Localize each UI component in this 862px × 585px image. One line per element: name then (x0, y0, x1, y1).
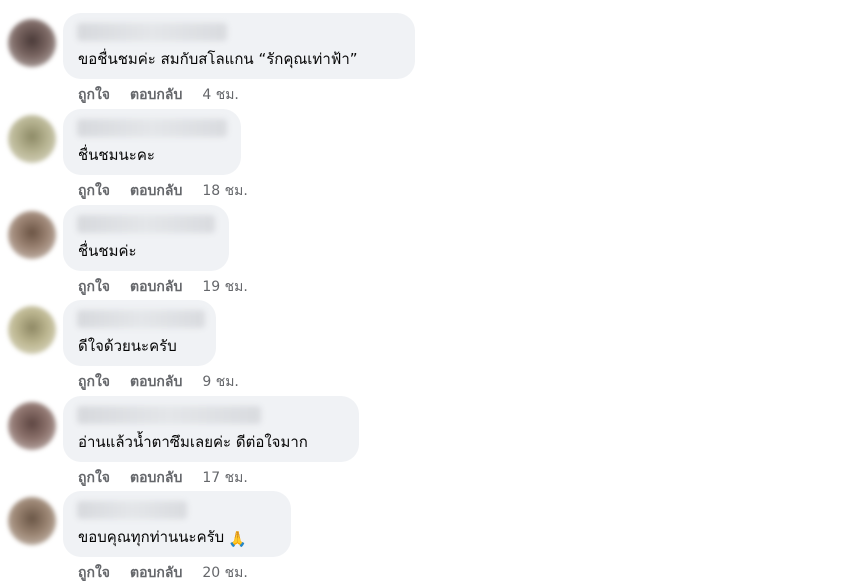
folded-hands-icon: 🙏 (228, 530, 247, 548)
comment-timestamp[interactable]: 20 ชม. (202, 565, 247, 581)
comment-actions: ถูกใจ ตอบกลับ 9 ชม. (78, 372, 239, 392)
comment-timestamp[interactable]: 19 ชม. (202, 279, 247, 295)
like-button[interactable]: ถูกใจ (78, 279, 110, 295)
commenter-name-blurred[interactable] (77, 215, 215, 233)
comment-timestamp[interactable]: 4 ชม. (202, 87, 239, 103)
like-button[interactable]: ถูกใจ (78, 183, 110, 199)
commenter-name-blurred[interactable] (77, 406, 261, 424)
comment-actions: ถูกใจ ตอบกลับ 20 ชม. (78, 563, 248, 583)
comment-item: ชื่นชมค่ะ ถูกใจ ตอบกลับ 19 ชม. (0, 205, 862, 301)
comment-text-body: ขอบคุณทุกท่านนะครับ (78, 528, 225, 546)
reply-button[interactable]: ตอบกลับ (130, 565, 182, 581)
comment-bubble: อ่านแล้วน้ำตาซึมเลยค่ะ ดีต่อใจมาก (63, 396, 359, 462)
comment-thread: ขอชื่นชมค่ะ สมกับสโลแกน “รักคุณเท่าฟ้า” … (0, 0, 862, 585)
comment-item: ขอบคุณทุกท่านนะครับ 🙏 ถูกใจ ตอบกลับ 20 ชม. (0, 491, 862, 585)
comment-text: ขอชื่นชมค่ะ สมกับสโลแกน “รักคุณเท่าฟ้า” (78, 50, 358, 68)
comment-bubble: ขอบคุณทุกท่านนะครับ 🙏 (63, 491, 291, 557)
like-button[interactable]: ถูกใจ (78, 87, 110, 103)
comment-text: ดีใจด้วยนะครับ (78, 337, 177, 355)
comment-actions: ถูกใจ ตอบกลับ 19 ชม. (78, 277, 248, 297)
commenter-name-blurred[interactable] (77, 501, 187, 519)
comment-bubble: ชื่นชมนะคะ (63, 109, 241, 175)
comment-text: ชื่นชมนะคะ (78, 146, 155, 164)
comment-timestamp[interactable]: 17 ชม. (202, 470, 247, 486)
comment-timestamp[interactable]: 18 ชม. (202, 183, 247, 199)
reply-button[interactable]: ตอบกลับ (130, 183, 182, 199)
comment-item: ชื่นชมนะคะ ถูกใจ ตอบกลับ 18 ชม. (0, 109, 862, 205)
reply-button[interactable]: ตอบกลับ (130, 279, 182, 295)
commenter-name-blurred[interactable] (77, 119, 227, 137)
commenter-name-blurred[interactable] (77, 23, 227, 41)
comment-text: ขอบคุณทุกท่านนะครับ 🙏 (78, 527, 247, 549)
reply-button[interactable]: ตอบกลับ (130, 374, 182, 390)
comment-actions: ถูกใจ ตอบกลับ 4 ชม. (78, 85, 239, 105)
reply-button[interactable]: ตอบกลับ (130, 87, 182, 103)
comment-actions: ถูกใจ ตอบกลับ 17 ชม. (78, 468, 248, 488)
comment-bubble: ดีใจด้วยนะครับ (63, 300, 216, 366)
like-button[interactable]: ถูกใจ (78, 565, 110, 581)
reply-button[interactable]: ตอบกลับ (130, 470, 182, 486)
like-button[interactable]: ถูกใจ (78, 470, 110, 486)
comment-text: อ่านแล้วน้ำตาซึมเลยค่ะ ดีต่อใจมาก (78, 433, 308, 451)
comment-bubble: ขอชื่นชมค่ะ สมกับสโลแกน “รักคุณเท่าฟ้า” (63, 13, 415, 79)
like-button[interactable]: ถูกใจ (78, 374, 110, 390)
avatar[interactable] (8, 497, 56, 545)
comment-bubble: ชื่นชมค่ะ (63, 205, 229, 271)
comment-timestamp[interactable]: 9 ชม. (202, 374, 239, 390)
avatar[interactable] (8, 306, 56, 354)
avatar[interactable] (8, 115, 56, 163)
comment-actions: ถูกใจ ตอบกลับ 18 ชม. (78, 181, 248, 201)
comment-item: ขอชื่นชมค่ะ สมกับสโลแกน “รักคุณเท่าฟ้า” … (0, 13, 862, 109)
comment-text: ชื่นชมค่ะ (78, 242, 137, 260)
comment-item: อ่านแล้วน้ำตาซึมเลยค่ะ ดีต่อใจมาก ถูกใจ ต… (0, 396, 862, 492)
avatar[interactable] (8, 402, 56, 450)
commenter-name-blurred[interactable] (77, 310, 205, 328)
comment-item: ดีใจด้วยนะครับ ถูกใจ ตอบกลับ 9 ชม. (0, 300, 862, 396)
avatar[interactable] (8, 211, 56, 259)
avatar[interactable] (8, 19, 56, 67)
